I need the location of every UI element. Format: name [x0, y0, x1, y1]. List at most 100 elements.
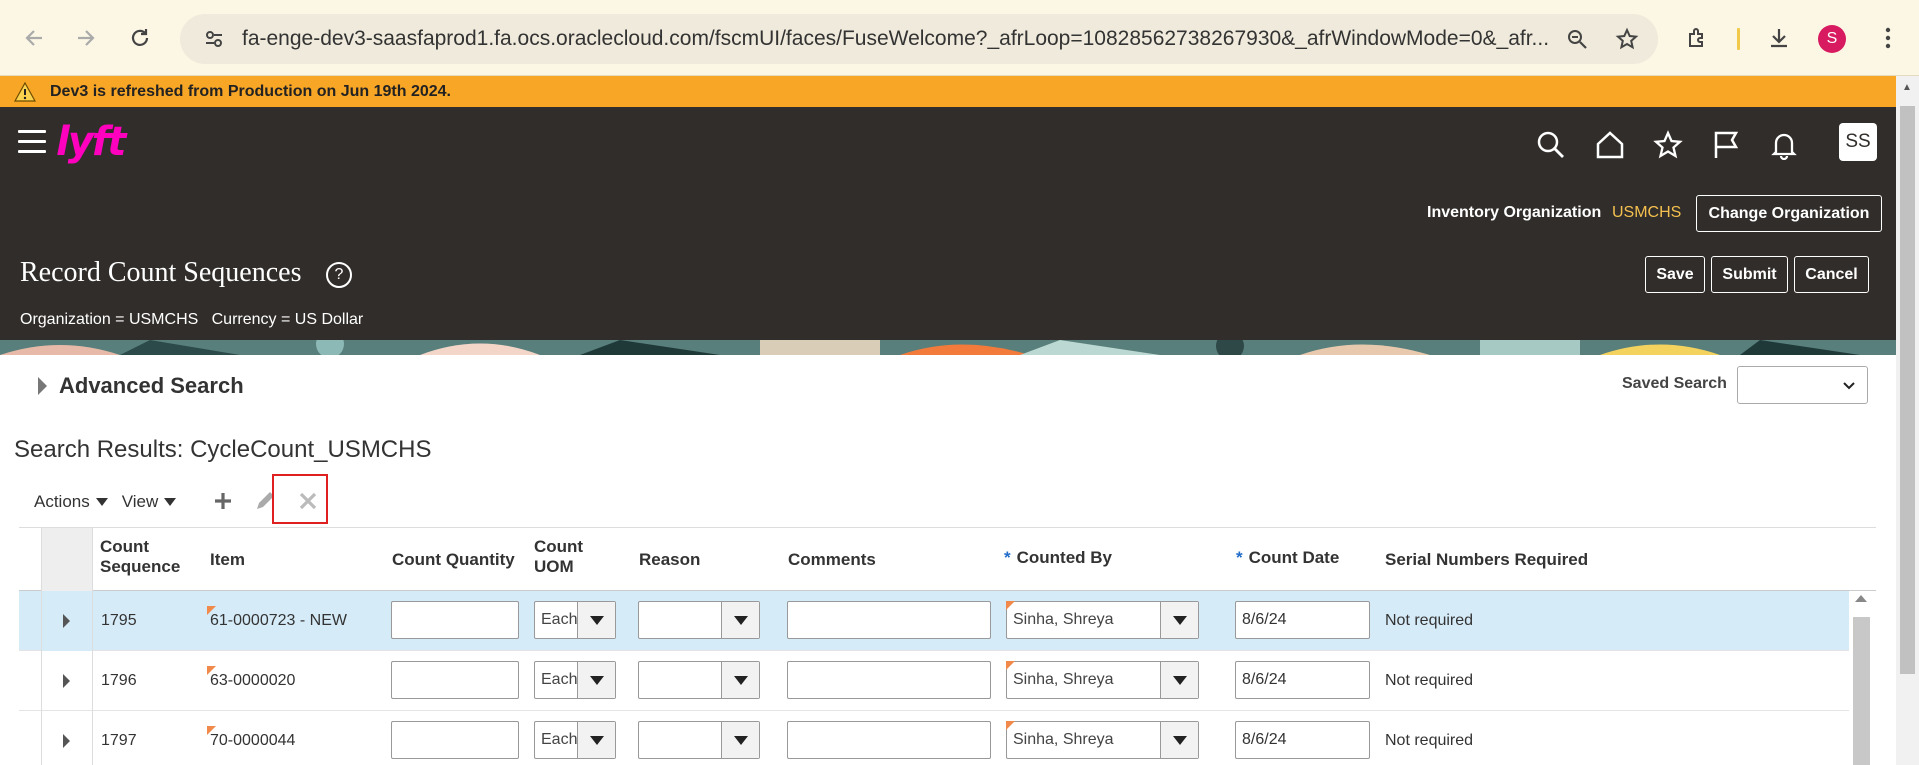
submit-button[interactable]: Submit — [1711, 256, 1788, 293]
changed-flag-icon — [1006, 661, 1015, 670]
dropdown-arrow-icon[interactable] — [1160, 722, 1198, 758]
zoom-icon[interactable] — [1560, 22, 1594, 56]
scroll-up-icon[interactable] — [1855, 595, 1867, 602]
forward-arrow-icon[interactable] — [68, 20, 104, 56]
expand-row-icon[interactable] — [63, 614, 70, 628]
uom-value: Each — [541, 671, 578, 688]
toolbar-separator — [1737, 28, 1740, 50]
dropdown-arrow-icon[interactable] — [577, 662, 615, 698]
item-cell[interactable]: 70-0000044 — [207, 726, 296, 750]
col-count-sequence[interactable]: Count Sequence — [100, 537, 190, 577]
item-cell[interactable]: 61-0000723 - NEW — [207, 606, 347, 630]
table-row[interactable]: 1796 63-0000020 Each Sinha, Shreya 8/6/2… — [19, 651, 1849, 711]
scroll-up-icon[interactable]: ▲ — [1902, 82, 1912, 93]
scrollbar-thumb[interactable] — [1900, 106, 1915, 674]
reason-select[interactable] — [638, 601, 760, 639]
notifications-bell-icon[interactable] — [1766, 127, 1802, 163]
back-arrow-icon[interactable] — [16, 20, 52, 56]
cancel-button[interactable]: Cancel — [1794, 256, 1869, 293]
dropdown-arrow-icon[interactable] — [577, 722, 615, 758]
serial-required-cell: Not required — [1385, 672, 1474, 689]
dropdown-arrow-icon[interactable] — [1160, 662, 1198, 698]
item-cell[interactable]: 63-0000020 — [207, 666, 295, 690]
count-quantity-input[interactable] — [391, 601, 519, 639]
count-quantity-input[interactable] — [391, 661, 519, 699]
changed-flag-icon — [207, 606, 216, 615]
uom-select[interactable]: Each — [534, 661, 616, 699]
decorative-banner-strip — [0, 340, 1896, 355]
navigator-menu-icon[interactable] — [18, 130, 46, 154]
counted-by-select[interactable]: Sinha, Shreya — [1006, 721, 1199, 759]
serial-required-cell: Not required — [1385, 612, 1474, 629]
table-row[interactable]: 1795 61-0000723 - NEW Each Sinha, Shreya… — [19, 591, 1849, 651]
item-value: 61-0000723 - NEW — [210, 612, 347, 629]
table-row[interactable]: 1797 70-0000044 Each Sinha, Shreya 8/6/2… — [19, 711, 1849, 765]
expand-row-icon[interactable] — [63, 734, 70, 748]
table-scrollbar[interactable] — [1850, 591, 1872, 765]
home-icon[interactable] — [1592, 127, 1628, 163]
page-title: Record Count Sequences — [20, 257, 302, 288]
user-avatar[interactable]: SS — [1839, 123, 1877, 161]
watchlist-flag-icon[interactable] — [1708, 127, 1744, 163]
profile-avatar[interactable]: S — [1818, 25, 1846, 53]
reload-icon[interactable] — [122, 20, 158, 56]
bookmark-star-icon[interactable] — [1610, 22, 1644, 56]
col-counted-by[interactable]: * Counted By — [1004, 548, 1112, 568]
counted-by-value: Sinha, Shreya — [1013, 731, 1114, 748]
search-icon[interactable] — [1533, 127, 1569, 163]
view-label: View — [121, 492, 159, 511]
address-bar[interactable]: fa-enge-dev3-saasfaprod1.fa.ocs.oraclecl… — [180, 14, 1658, 64]
count-quantity-input[interactable] — [391, 721, 519, 759]
expand-row-icon[interactable] — [63, 674, 70, 688]
saved-search-select[interactable] — [1737, 366, 1868, 404]
actions-menu[interactable]: Actions — [34, 492, 108, 512]
comments-input[interactable] — [787, 721, 991, 759]
download-icon[interactable] — [1761, 20, 1797, 56]
col-count-date[interactable]: * Count Date — [1236, 548, 1339, 568]
save-button[interactable]: Save — [1645, 256, 1705, 293]
advanced-search-label: Advanced Search — [59, 373, 244, 398]
table-header: Count Sequence Item Count Quantity Count… — [19, 527, 1876, 592]
dropdown-arrow-icon[interactable] — [577, 602, 615, 638]
change-organization-button[interactable]: Change Organization — [1696, 195, 1882, 232]
col-count-quantity[interactable]: Count Quantity — [392, 550, 515, 570]
advanced-search-toggle[interactable]: Advanced Search — [38, 373, 244, 399]
reason-select[interactable] — [638, 721, 760, 759]
count-date-input[interactable]: 8/6/24 — [1235, 721, 1370, 759]
dropdown-arrow-icon[interactable] — [721, 602, 759, 638]
col-reason[interactable]: Reason — [639, 550, 700, 570]
table-scrollbar-thumb[interactable] — [1853, 617, 1870, 765]
reason-select[interactable] — [638, 661, 760, 699]
site-settings-icon[interactable] — [194, 19, 234, 59]
browser-menu-icon[interactable] — [1870, 20, 1906, 56]
comments-input[interactable] — [787, 661, 991, 699]
dropdown-arrow-icon[interactable] — [1160, 602, 1198, 638]
item-value: 70-0000044 — [210, 732, 296, 749]
changed-flag-icon — [1006, 601, 1015, 610]
dropdown-arrow-icon — [164, 498, 177, 506]
counted-by-select[interactable]: Sinha, Shreya — [1006, 601, 1199, 639]
company-logo[interactable]: lyft — [56, 119, 126, 165]
count-date-input[interactable]: 8/6/24 — [1235, 661, 1370, 699]
uom-value: Each — [541, 731, 578, 748]
col-comments[interactable]: Comments — [788, 550, 876, 570]
uom-select[interactable]: Each — [534, 721, 616, 759]
counted-by-select[interactable]: Sinha, Shreya — [1006, 661, 1199, 699]
uom-select[interactable]: Each — [534, 601, 616, 639]
view-menu[interactable]: View — [122, 492, 177, 512]
col-item[interactable]: Item — [210, 550, 245, 570]
dropdown-arrow-icon[interactable] — [721, 662, 759, 698]
count-date-label: Count Date — [1248, 548, 1340, 567]
extensions-icon[interactable] — [1680, 20, 1716, 56]
dropdown-arrow-icon[interactable] — [721, 722, 759, 758]
count-date-input[interactable]: 8/6/24 — [1235, 601, 1370, 639]
col-serial-numbers-required[interactable]: Serial Numbers Required — [1385, 550, 1588, 570]
col-count-uom[interactable]: Count UOM — [534, 537, 594, 577]
comments-input[interactable] — [787, 601, 991, 639]
search-results-title: Search Results: CycleCount_USMCHS — [14, 436, 432, 463]
favorites-star-icon[interactable] — [1650, 127, 1686, 163]
table-toolbar: Actions View — [34, 489, 190, 515]
add-row-icon[interactable] — [209, 487, 237, 515]
help-icon[interactable]: ? — [326, 262, 352, 288]
page-scrollbar[interactable]: ▲ — [1896, 76, 1919, 765]
